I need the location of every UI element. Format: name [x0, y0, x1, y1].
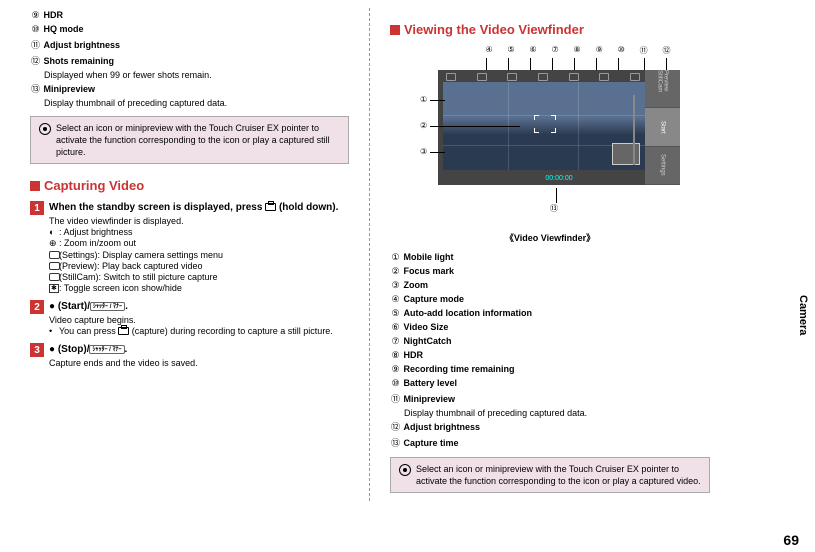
shutter-button-label: ｼｬｯﾀｰ / ﾏﾅｰ	[89, 345, 124, 354]
callout-num: ⑧	[574, 45, 581, 56]
note-box: Select an icon or minipreview with the T…	[390, 457, 710, 493]
step-desc: Video capture begins.	[49, 315, 349, 325]
note-text: Select an icon or minipreview with the T…	[416, 463, 701, 487]
callout-num: ⑬	[550, 203, 558, 214]
step-heading: When the standby screen is displayed, pr…	[49, 201, 349, 214]
list-item: ② Focus mark	[390, 266, 710, 277]
bullet: (Preview): Play back captured video	[49, 261, 349, 271]
list-item: ① Mobile light	[390, 252, 710, 263]
left-column: ⑨ HDR ⑩ HQ mode ⑪ Adjust brightness ⑫ Sh…	[30, 8, 370, 501]
step-number: 2	[30, 300, 44, 314]
list-item: ⑪ Adjust brightness	[30, 38, 349, 51]
callout-num: ①	[420, 95, 427, 104]
list-item: ⑬ Capture time	[390, 436, 710, 449]
step-heading: ● (Stop)/ｼｬｯﾀｰ / ﾏﾅｰ.	[49, 343, 349, 356]
brightness-slider	[630, 95, 638, 165]
list-item: ⑫ Adjust brightness	[390, 420, 710, 433]
list-item: ④ Capture mode	[390, 294, 710, 305]
callout-num: ⑥	[529, 45, 536, 56]
preview-button: Preview StillCam	[645, 70, 680, 108]
camera-icon	[118, 327, 129, 335]
list-item: ⑨ Recording time remaining	[390, 364, 710, 375]
callout-num: ⑤	[507, 45, 514, 56]
callout-num: ⑪	[640, 45, 648, 56]
capture-time: 00:00:00	[545, 175, 572, 182]
step-3: 3 ● (Stop)/ｼｬｯﾀｰ / ﾏﾅｰ. Capture ends and…	[30, 343, 349, 368]
callout-num: ⑫	[663, 45, 671, 56]
list-item: ⑩ Battery level	[390, 378, 710, 389]
step-1: 1 When the standby screen is displayed, …	[30, 201, 349, 294]
callout-num: ②	[420, 121, 427, 130]
item-desc: Display thumbnail of preceding captured …	[404, 408, 710, 418]
list-item: ⑦ NightCatch	[390, 336, 710, 347]
step-heading: ● (Start)/ｼｬｯﾀｰ / ﾏﾅｰ.	[49, 300, 349, 313]
note-icon	[399, 464, 411, 476]
list-item: ③ Zoom	[390, 280, 710, 291]
callout-num: ⑦	[552, 45, 559, 56]
step-desc: The video viewfinder is displayed.	[49, 216, 349, 226]
callout-num: ④	[485, 45, 492, 56]
bullet: ✱: Toggle screen icon show/hide	[49, 283, 349, 293]
item-desc: Display thumbnail of preceding captured …	[44, 98, 349, 108]
start-button: Start	[645, 108, 680, 146]
section-head-capturing-video: Capturing Video	[30, 178, 349, 193]
section-title: Capturing Video	[44, 178, 144, 193]
list-item: ⑫ Shots remaining	[30, 54, 349, 67]
section-title: Viewing the Video Viewfinder	[404, 22, 584, 37]
callout-num: ③	[420, 147, 427, 156]
bullet: ◐: Adjust brightness	[49, 227, 349, 237]
viewfinder-screen: Preview StillCam Start Settings 00:00:00	[438, 70, 680, 185]
note-icon	[39, 123, 51, 135]
callout-num: ⑩	[618, 45, 625, 56]
list-item: ⑬ Minipreview	[30, 82, 349, 95]
callout-num: ⑨	[596, 45, 603, 56]
list-item: ⑤ Auto-add location information	[390, 308, 710, 319]
item-desc: Displayed when 99 or fewer shots remain.	[44, 70, 349, 80]
step-desc: Capture ends and the video is saved.	[49, 358, 349, 368]
step-number: 3	[30, 343, 44, 357]
list-item: ⑥ Video Size	[390, 322, 710, 333]
red-square-icon	[30, 181, 40, 191]
bullet: ⊕: Zoom in/zoom out	[49, 238, 349, 249]
right-column: Viewing the Video Viewfinder ④ ⑤ ⑥ ⑦ ⑧ ⑨…	[370, 8, 710, 501]
list-item: ⑪ Minipreview	[390, 392, 710, 405]
page-number: 69	[783, 532, 799, 548]
viewfinder-diagram: ④ ⑤ ⑥ ⑦ ⑧ ⑨ ⑩ ⑪ ⑫	[420, 45, 680, 215]
red-square-icon	[390, 25, 400, 35]
list-item: ⑧ HDR	[390, 350, 710, 361]
list-item: ⑨ HDR	[30, 10, 349, 21]
list-item: ⑩ HQ mode	[30, 24, 349, 35]
note-text: Select an icon or minipreview with the T…	[56, 122, 340, 158]
bullet: (StillCam): Switch to still picture capt…	[49, 272, 349, 282]
note-box: Select an icon or minipreview with the T…	[30, 116, 349, 164]
settings-button: Settings	[645, 147, 680, 185]
bullet: •You can press (capture) during recordin…	[49, 326, 349, 336]
shutter-button-label: ｼｬｯﾀｰ / ﾏﾅｰ	[90, 302, 125, 311]
step-number: 1	[30, 201, 44, 215]
bullet: (Settings): Display camera settings menu	[49, 250, 349, 260]
camera-icon	[265, 203, 276, 211]
section-head-viewfinder: Viewing the Video Viewfinder	[390, 22, 710, 37]
step-2: 2 ● (Start)/ｼｬｯﾀｰ / ﾏﾅｰ. Video capture b…	[30, 300, 349, 337]
side-tab-camera: Camera	[797, 295, 809, 335]
viewfinder-caption: 《Video Viewfinder》	[390, 231, 710, 244]
focus-mark-icon	[535, 116, 555, 132]
